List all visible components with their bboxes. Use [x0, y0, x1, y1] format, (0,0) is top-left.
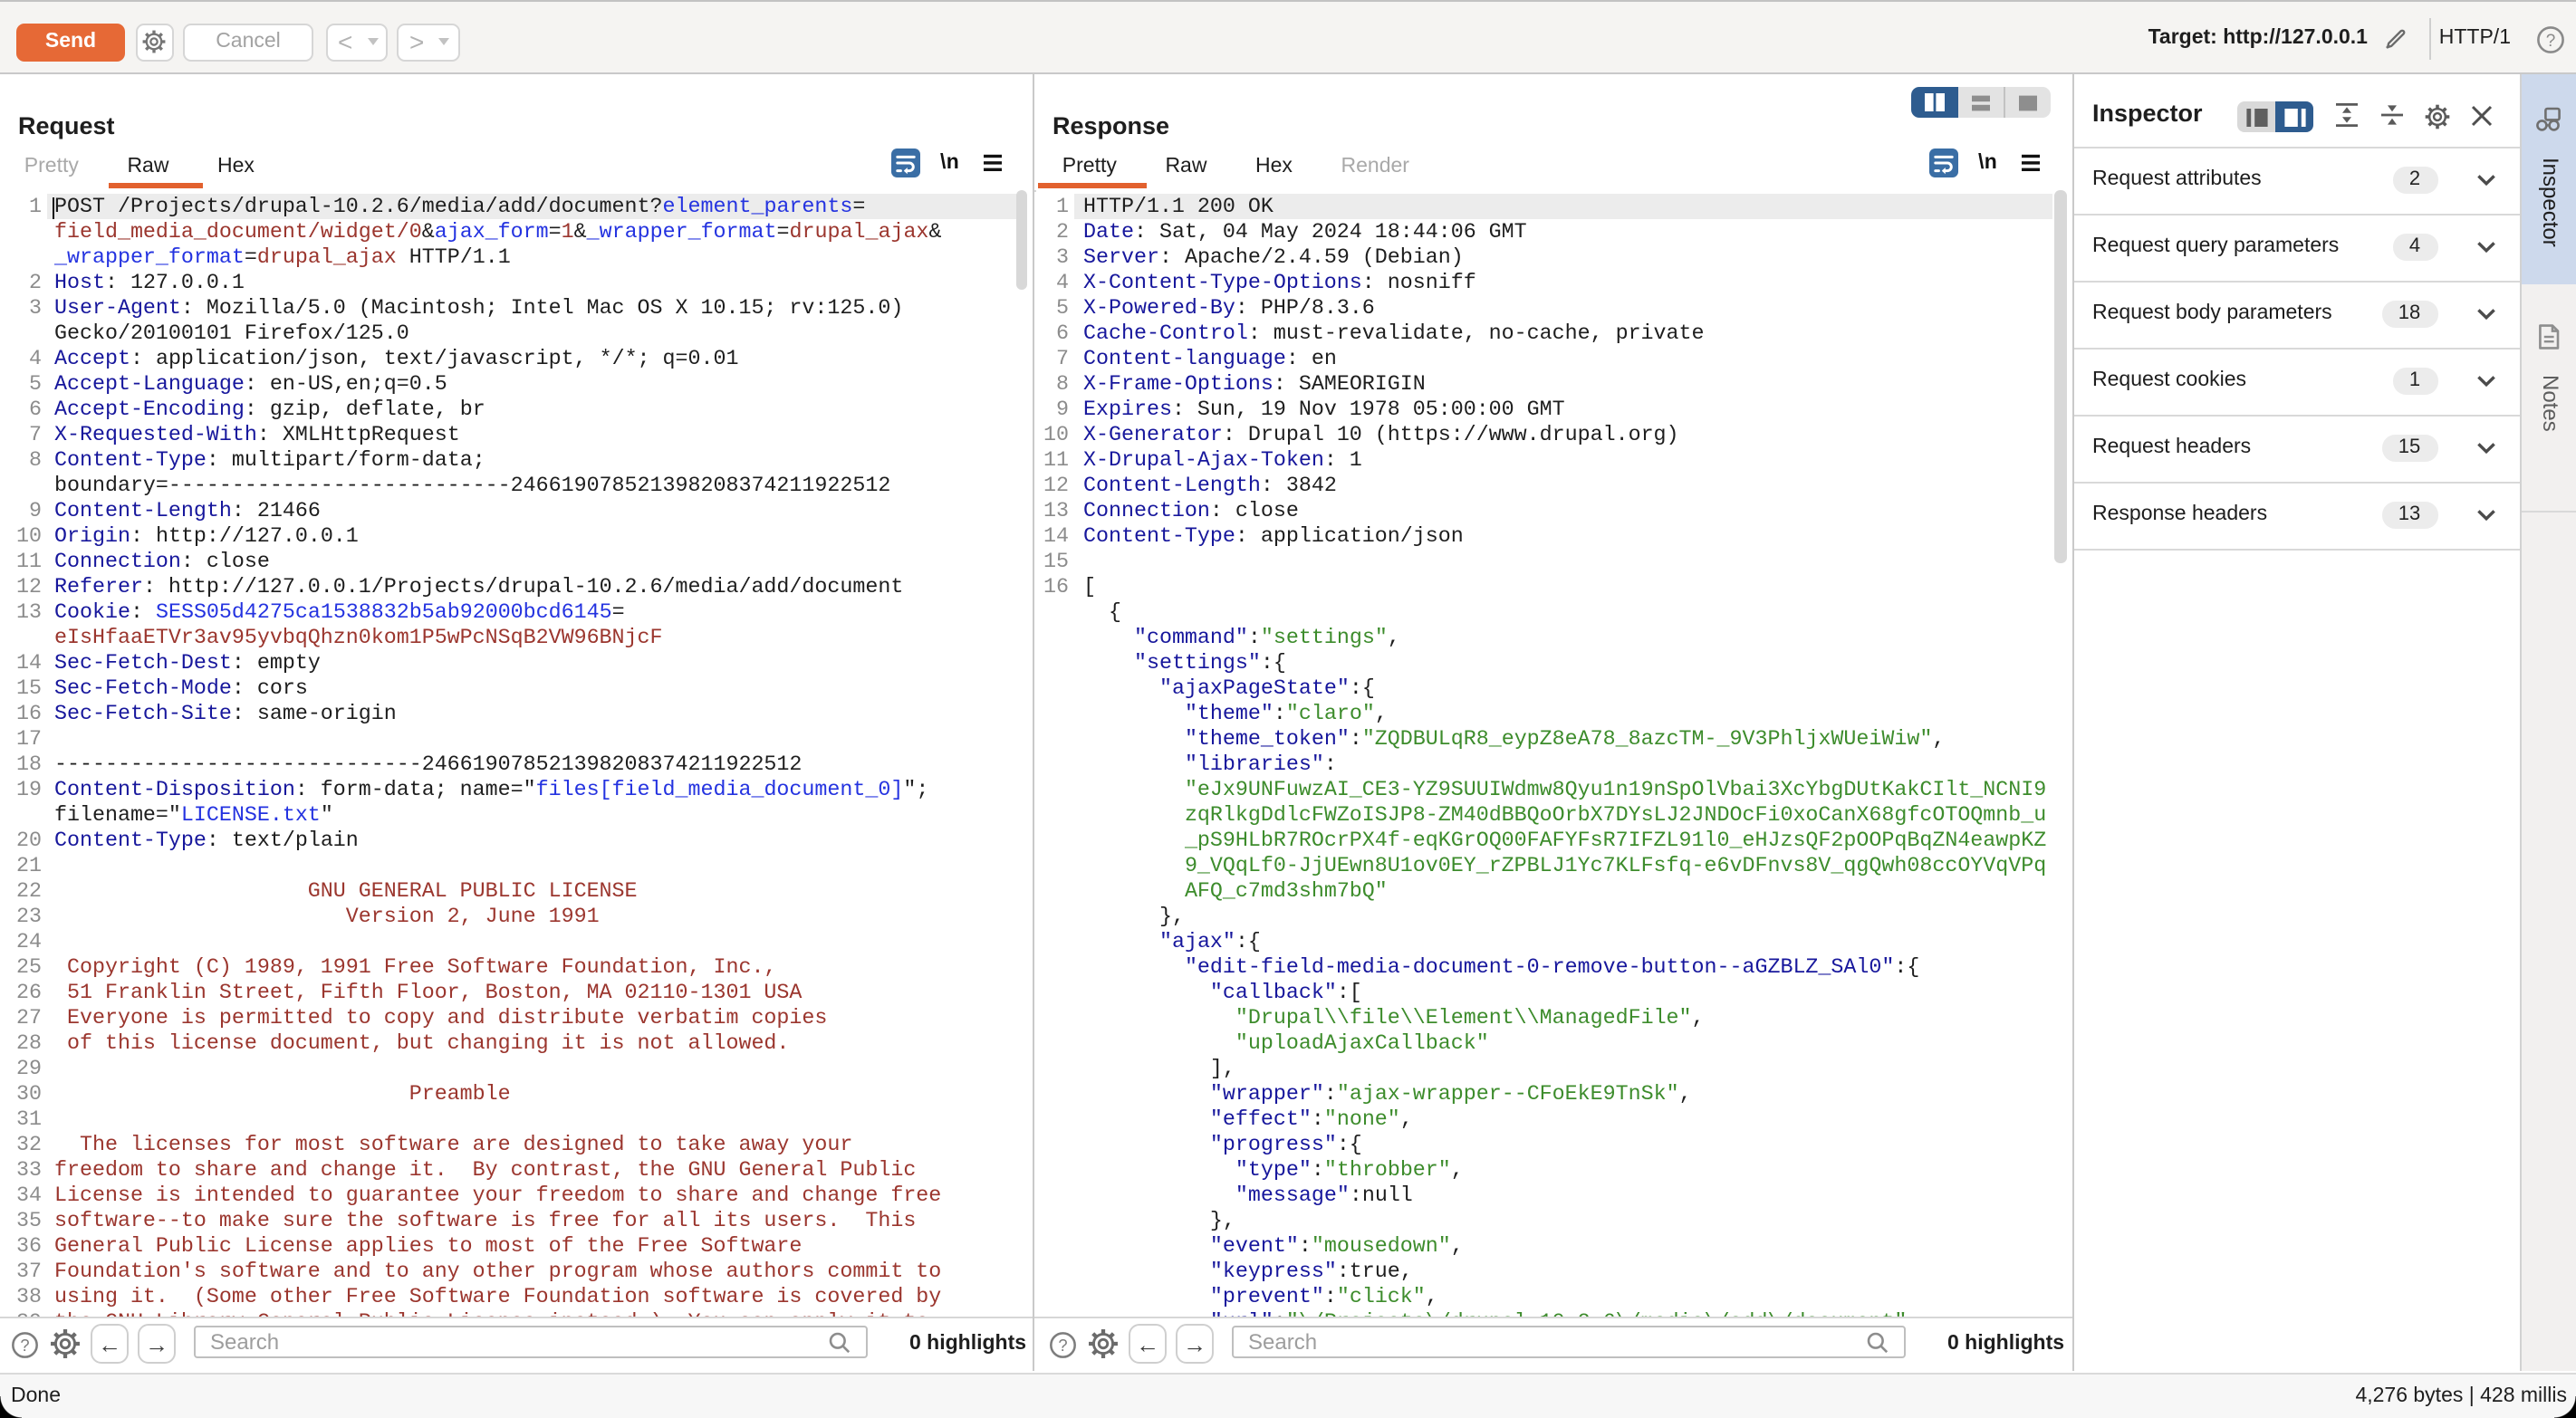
svg-text:?: ?: [2546, 31, 2556, 50]
svg-text:?: ?: [1058, 1335, 1067, 1354]
svg-text:?: ?: [20, 1335, 29, 1354]
